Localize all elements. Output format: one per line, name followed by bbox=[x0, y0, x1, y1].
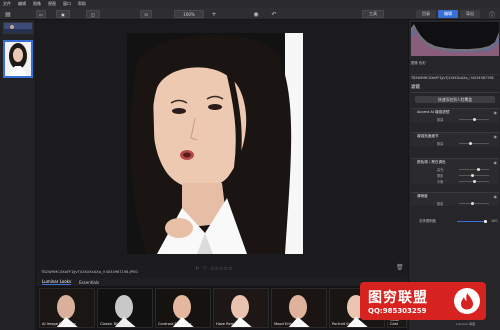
slider-knob[interactable] bbox=[473, 118, 476, 121]
eye-icon[interactable]: ◉ bbox=[252, 10, 260, 18]
opacity-knob[interactable] bbox=[484, 220, 487, 223]
watermark-title: 图穷联盟 bbox=[368, 290, 428, 306]
look-label: Haze Removal bbox=[216, 322, 242, 326]
thumbnail-1[interactable] bbox=[3, 22, 33, 34]
info-icon[interactable]: ⓘ bbox=[488, 10, 496, 19]
slider-knob[interactable] bbox=[477, 168, 480, 171]
slider-label: 平衡 bbox=[437, 180, 444, 184]
photo-canvas[interactable] bbox=[127, 33, 303, 254]
tools-button[interactable]: 工具 bbox=[362, 10, 384, 18]
tab-edit[interactable]: 编辑 bbox=[438, 10, 458, 18]
eye-icon[interactable]: ◉ bbox=[494, 160, 498, 165]
slider-knob[interactable] bbox=[471, 202, 474, 205]
slider-label: 数量 bbox=[437, 202, 444, 206]
slider-label: 数量 bbox=[437, 118, 444, 122]
slider-row[interactable]: 数量 bbox=[411, 116, 499, 122]
compare-button[interactable]: ◫ bbox=[86, 10, 100, 18]
section-accent-ai[interactable]: Accent AI 增强滤镜 ◉ 数量 bbox=[411, 108, 499, 122]
slider-knob[interactable] bbox=[471, 174, 474, 177]
section-title: Accent AI 增强滤镜 bbox=[417, 110, 450, 114]
eye-icon[interactable]: ◉ bbox=[494, 194, 498, 199]
flame-logo-icon bbox=[454, 288, 480, 314]
quick-add-button[interactable]: 快速添加到人脸覆盖 bbox=[415, 96, 495, 103]
slider-row[interactable]: 平衡 bbox=[411, 178, 499, 184]
looks-tabs: Luminar Looks Essentials bbox=[37, 278, 407, 286]
panel-toggle-icon[interactable]: ▤ bbox=[4, 10, 12, 18]
tab-export[interactable]: 导出 bbox=[460, 10, 480, 18]
toolbar: ▤ ▭ ▣ ◫ ⊟ 100% + ◉ ↶ 工具 目录 编辑 导出 ⓘ bbox=[0, 8, 500, 20]
section-title: 清晰度 bbox=[417, 194, 428, 198]
menu-item-window[interactable]: 窗口 bbox=[63, 1, 71, 7]
slider-row[interactable]: 数量 bbox=[411, 140, 499, 146]
rating-row: ⚐ ♡ ☆☆☆☆☆ bbox=[195, 266, 232, 272]
menu-bar: 文件 编辑 图像 视图 窗口 帮助 bbox=[0, 0, 500, 8]
slider-label: 数量 bbox=[437, 142, 444, 146]
filmstrip bbox=[0, 20, 36, 330]
look-thumbnail[interactable]: Haze Removal bbox=[213, 288, 269, 328]
panel-filename: TB2WHMCXXaFF1JjvTj1tXXXcAXa_!!4034967198 bbox=[411, 74, 499, 82]
section-clarity[interactable]: 清晰度 ◉ 数量 bbox=[411, 192, 499, 206]
eye-icon[interactable]: ◉ bbox=[494, 110, 498, 115]
slider-knob[interactable] bbox=[473, 180, 476, 183]
before-after-button[interactable]: ⊟ bbox=[140, 10, 152, 18]
opacity-slider[interactable]: 总体透明度 100 bbox=[419, 218, 499, 224]
look-thumbnail[interactable]: Contrast Enhancer bbox=[155, 288, 211, 328]
look-label: Portrait Enhancer bbox=[332, 322, 364, 326]
image-viewer: TB2WHMCXXaFF1JjvTj1tXXXcAXa_!!4034967198… bbox=[37, 20, 407, 274]
star-rating[interactable]: ☆☆☆☆☆ bbox=[210, 266, 232, 272]
section-title: 颜色调 / 黑白调色 bbox=[417, 160, 446, 164]
look-thumbnail[interactable]: Classic B&W bbox=[97, 288, 153, 328]
history-icon[interactable]: ↶ bbox=[270, 10, 278, 18]
panel-header: 滤镜 bbox=[411, 84, 499, 93]
section-title: 增强亮度细节 bbox=[417, 134, 439, 138]
eye-icon[interactable]: ◉ bbox=[494, 134, 498, 139]
mode-tabs: 目录 编辑 导出 bbox=[416, 10, 480, 18]
look-label: AI Image Enhancer bbox=[42, 322, 77, 326]
section-toning[interactable]: 颜色调 / 黑白调色 ◉ 高光 阴影 平衡 bbox=[411, 158, 499, 184]
opacity-value: 100 bbox=[491, 219, 498, 223]
trash-icon[interactable]: 🗑 bbox=[396, 264, 404, 271]
look-label: Contrast Enhancer bbox=[158, 322, 192, 326]
tab-luminar-looks[interactable]: Luminar Looks bbox=[42, 279, 72, 285]
file-meta: 图像 色彩 bbox=[411, 61, 426, 65]
menu-item-file[interactable]: 文件 bbox=[3, 1, 11, 7]
thumbnail-2-selected[interactable] bbox=[3, 40, 33, 78]
tab-essentials[interactable]: Essentials bbox=[79, 280, 99, 285]
look-thumbnail[interactable]: AI Image Enhancer bbox=[39, 288, 95, 328]
slider-row[interactable]: 数量 bbox=[411, 200, 499, 206]
tab-catalog[interactable]: 目录 bbox=[416, 10, 436, 18]
look-label: Mood Enhancer bbox=[274, 322, 302, 326]
looks-strip: AI Image Enhancer Classic B&W Contrast E… bbox=[37, 286, 407, 330]
menu-item-edit[interactable]: 编辑 bbox=[18, 1, 26, 7]
heart-icon[interactable]: ♡ bbox=[202, 266, 206, 272]
watermark-qq: QQ:985303259 bbox=[368, 307, 427, 315]
menu-item-help[interactable]: 帮助 bbox=[78, 1, 86, 7]
zoom-select[interactable]: 100% bbox=[174, 10, 204, 18]
look-thumbnail[interactable]: Mood Enhancer bbox=[271, 288, 327, 328]
zoom-in-icon[interactable]: + bbox=[210, 10, 218, 18]
section-detail[interactable]: 增强亮度细节 ◉ 数量 bbox=[411, 132, 499, 146]
slider-knob[interactable] bbox=[469, 142, 472, 145]
menu-item-view[interactable]: 视图 bbox=[48, 1, 56, 7]
watermark-badge: 图穷联盟 QQ:985303259 bbox=[360, 282, 486, 320]
footer-text: Luminar 联盟 bbox=[456, 322, 476, 326]
histogram bbox=[411, 22, 499, 56]
menu-item-image[interactable]: 图像 bbox=[33, 1, 41, 7]
photo-filename: TB2WHMCXXaFF1JjvTj1tXXXcAXa_!!4034967198… bbox=[41, 270, 138, 274]
single-view-button[interactable]: ▣ bbox=[56, 10, 70, 18]
flag-icon[interactable]: ⚐ bbox=[195, 266, 199, 272]
opacity-label: 总体透明度 bbox=[419, 219, 436, 223]
look-label: Classic B&W bbox=[100, 322, 123, 326]
library-view-button[interactable]: ▭ bbox=[36, 10, 46, 18]
